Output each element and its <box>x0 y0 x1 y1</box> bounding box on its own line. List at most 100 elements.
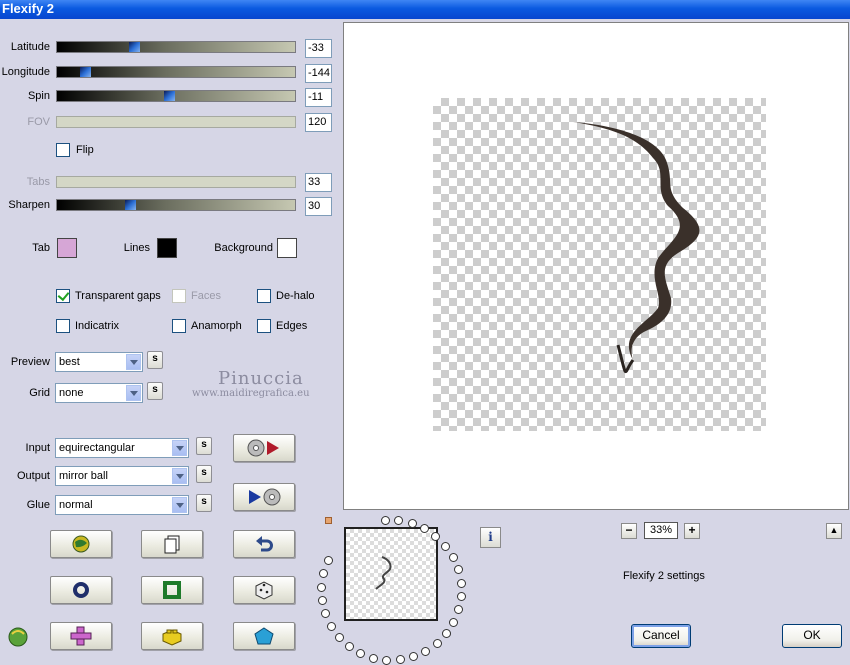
output-select-value: mirror ball <box>59 470 108 482</box>
chevron-down-icon[interactable] <box>126 354 141 370</box>
cross-net-icon <box>70 626 92 646</box>
background-color-swatch[interactable] <box>277 238 297 258</box>
sharpen-slider-handle[interactable] <box>125 200 136 210</box>
edges-label: Edges <box>276 320 308 332</box>
randomize-globe-button[interactable] <box>50 530 112 558</box>
ring-dot <box>432 639 442 649</box>
longitude-slider[interactable] <box>56 66 296 78</box>
spin-label: Spin <box>27 90 50 102</box>
flip-label: Flip <box>76 144 94 156</box>
snake-stroke-shape <box>573 122 700 374</box>
play-disc-icon <box>249 488 281 506</box>
anamorph-checkbox[interactable] <box>172 319 186 333</box>
transparent-gaps-checkbox[interactable] <box>56 289 70 303</box>
glue-s-button[interactable]: s <box>196 494 212 512</box>
globe-icon <box>72 535 90 553</box>
grid-s-button[interactable]: s <box>147 382 163 400</box>
undo-button[interactable] <box>233 530 295 558</box>
pentagon-icon <box>254 627 274 645</box>
cube-net-button[interactable] <box>141 622 203 650</box>
ring-dot <box>407 519 417 529</box>
fov-value[interactable]: 120 <box>305 113 332 132</box>
page-copy-icon <box>164 535 180 554</box>
watermark-url: www.maidiregrafica.eu <box>192 388 310 399</box>
spin-slider-handle[interactable] <box>164 91 175 101</box>
lines-color-swatch[interactable] <box>157 238 177 258</box>
longitude-slider-handle[interactable] <box>80 67 91 77</box>
flexify-logo-icon <box>8 627 28 647</box>
output-s-button[interactable]: s <box>196 465 212 483</box>
output-select[interactable]: mirror ball <box>55 466 189 486</box>
cancel-button[interactable]: Cancel <box>631 624 691 648</box>
frame-button[interactable] <box>141 576 203 604</box>
tab-color-swatch[interactable] <box>57 238 77 258</box>
fov-label: FOV <box>27 116 50 128</box>
de-halo-checkbox[interactable] <box>257 289 271 303</box>
faces-checkbox[interactable] <box>172 289 186 303</box>
chevron-down-icon[interactable] <box>172 440 187 456</box>
zoom-in-button[interactable]: + <box>684 523 700 539</box>
disc-play-icon <box>247 439 279 457</box>
tabs-slider[interactable] <box>56 176 296 188</box>
lines-color-label: Lines <box>123 242 150 254</box>
transparent-gaps-label: Transparent gaps <box>75 290 161 302</box>
ring-dot <box>380 516 390 526</box>
chevron-up-icon: ▲ <box>829 525 839 535</box>
indicatrix-label: Indicatrix <box>75 320 120 332</box>
ring-dot <box>441 629 451 639</box>
spin-value[interactable]: -11 <box>305 88 332 107</box>
sharpen-slider[interactable] <box>56 199 296 211</box>
preview-image <box>433 98 766 431</box>
yellow-block-icon <box>162 629 182 646</box>
preview-s-button[interactable]: s <box>147 351 163 369</box>
longitude-label: Longitude <box>1 66 50 78</box>
ring-dot <box>334 632 344 642</box>
flip-checkbox[interactable] <box>56 143 70 157</box>
latitude-value[interactable]: -33 <box>305 39 332 58</box>
pentagon-button[interactable] <box>233 622 295 650</box>
input-select[interactable]: equirectangular <box>55 438 189 458</box>
de-halo-label: De-halo <box>276 290 315 302</box>
ring-dot <box>441 541 451 551</box>
anamorph-label: Anamorph <box>191 320 242 332</box>
load-preset-button[interactable] <box>233 434 295 462</box>
chevron-down-icon[interactable] <box>126 385 141 401</box>
ring-dot <box>317 582 327 592</box>
app-logo <box>6 624 30 648</box>
input-label: Input <box>25 442 50 454</box>
thumbnail-handle[interactable] <box>325 517 332 524</box>
latitude-slider-handle[interactable] <box>129 42 140 52</box>
glue-select[interactable]: normal <box>55 495 189 515</box>
ring-button[interactable] <box>50 576 112 604</box>
grid-label: Grid <box>29 387 50 399</box>
chevron-down-icon[interactable] <box>172 497 187 513</box>
zoom-value: 33% <box>644 522 678 539</box>
preview-select[interactable]: best <box>55 352 143 372</box>
zoom-out-button[interactable]: − <box>621 523 637 539</box>
ring-dot <box>319 569 329 579</box>
save-preset-button[interactable] <box>233 483 295 511</box>
tabs-value[interactable]: 33 <box>305 173 332 192</box>
fov-slider[interactable] <box>56 116 296 128</box>
latitude-slider[interactable] <box>56 41 296 53</box>
copy-button[interactable] <box>141 530 203 558</box>
ring-dot <box>356 648 366 658</box>
chevron-down-icon[interactable] <box>172 468 187 484</box>
info-button[interactable]: i <box>480 527 501 548</box>
edges-checkbox[interactable] <box>257 319 271 333</box>
undo-arrow-icon <box>256 536 273 552</box>
indicatrix-checkbox[interactable] <box>56 319 70 333</box>
ok-button[interactable]: OK <box>782 624 842 648</box>
navigator-thumbnail[interactable] <box>344 527 438 621</box>
sharpen-value[interactable]: 30 <box>305 197 332 216</box>
cross-net-button[interactable] <box>50 622 112 650</box>
spin-slider[interactable] <box>56 90 296 102</box>
ring-dot <box>431 531 441 541</box>
expand-button[interactable]: ▲ <box>826 523 842 539</box>
grid-select[interactable]: none <box>55 383 143 403</box>
random-dice-button[interactable] <box>233 576 295 604</box>
longitude-value[interactable]: -144 <box>305 64 332 83</box>
input-s-button[interactable]: s <box>196 437 212 455</box>
ring-dot <box>320 609 330 619</box>
thumbnail-snake-shape <box>375 556 392 590</box>
